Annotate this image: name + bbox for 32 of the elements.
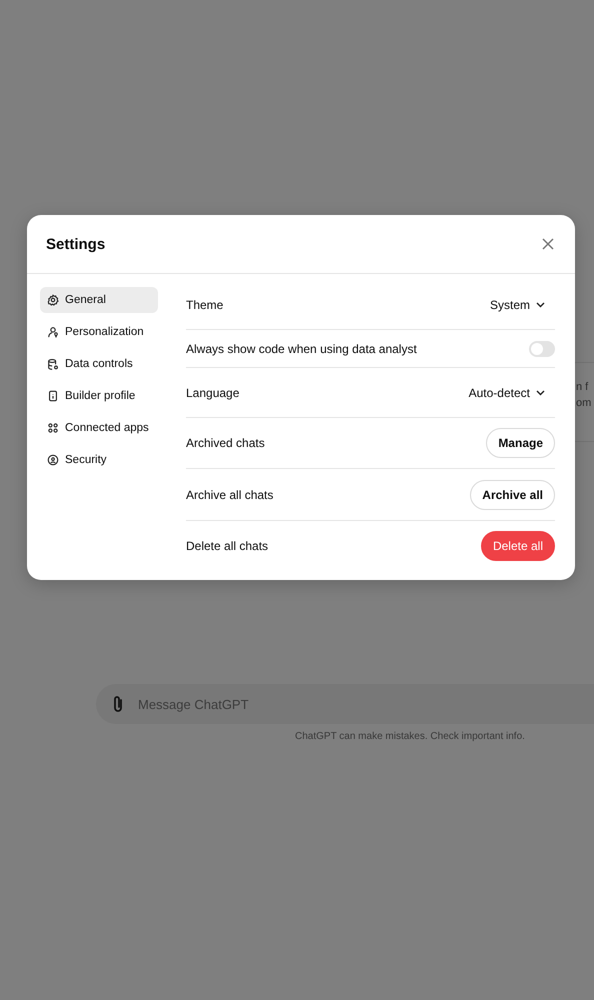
- dropdown[interactable]: Auto-detect: [462, 384, 555, 400]
- action-button[interactable]: Manage: [486, 428, 555, 458]
- database-icon: [47, 358, 59, 370]
- toggle-switch[interactable]: [529, 340, 555, 356]
- paperclip-icon[interactable]: [112, 695, 124, 713]
- delete-button[interactable]: Delete all: [480, 531, 555, 561]
- apps-icon: [47, 422, 59, 434]
- sidebar-item[interactable]: Builder profile: [40, 383, 158, 409]
- chevron-down-icon: [536, 390, 545, 396]
- sidebar-item[interactable]: General: [40, 287, 158, 313]
- person-icon: [47, 326, 59, 338]
- disclaimer-text: ChatGPT can make mistakes. Check important info.: [295, 731, 525, 742]
- sidebar-item[interactable]: Data controls: [40, 351, 158, 377]
- setting-label: Language: [186, 386, 240, 400]
- chevron-down-icon: [536, 302, 545, 308]
- badge-icon: [47, 390, 59, 402]
- card-text: n f: [576, 381, 590, 393]
- sidebar-item[interactable]: Connected apps: [40, 415, 158, 441]
- sidebar-item[interactable]: Security: [40, 447, 158, 473]
- dropdown[interactable]: System: [484, 297, 555, 313]
- setting-label: Theme: [186, 298, 224, 312]
- card-text: om: [576, 397, 592, 409]
- gear-icon: [47, 294, 59, 306]
- sidebar-item[interactable]: Personalization: [40, 319, 158, 345]
- setting-label: Archived chats: [186, 436, 265, 450]
- close-icon[interactable]: [541, 237, 555, 251]
- message-field[interactable]: Message ChatGPT: [96, 684, 594, 724]
- dialog-title: Settings: [46, 236, 106, 252]
- action-button[interactable]: Archive all: [470, 480, 555, 510]
- setting-label: Delete all chats: [186, 539, 268, 553]
- setting-label: Always show code when using data analyst: [186, 342, 417, 356]
- setting-label: Archive all chats: [186, 488, 274, 502]
